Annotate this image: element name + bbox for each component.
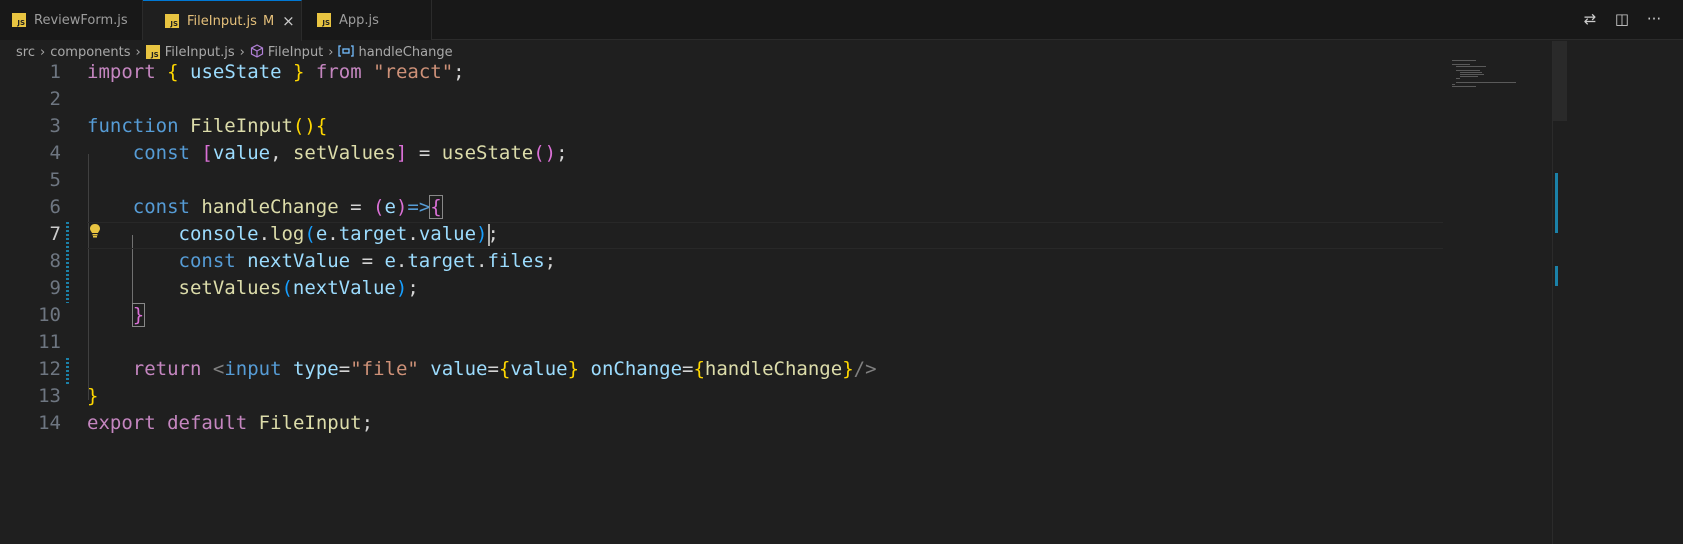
tab-label: App.js [339,12,379,28]
code-text: function FileInput(){ [87,115,328,137]
code-line: 10 } [0,302,1552,329]
minimap-line [1460,72,1482,73]
chevron-right-icon: › [135,44,141,60]
tab-reviewform[interactable]: JS ReviewForm.js [0,0,143,40]
line-number: 5 [49,169,61,191]
javascript-file-icon: JS [165,14,179,28]
code-line: 11 [0,329,1552,356]
function-cube-icon [250,43,264,61]
close-icon[interactable]: × [282,12,295,30]
minimap-line [1456,70,1480,71]
line-number: 11 [38,331,61,353]
line-number: 10 [38,304,61,326]
scrollbar-thumb[interactable] [1553,41,1567,121]
minimap-line [1456,82,1516,83]
variable-symbol-icon [338,44,355,60]
code-text: const nextValue = e.target.files; [178,250,557,272]
code-line: 12 return <input type="file" value={valu… [0,356,1552,383]
minimap-line [1452,60,1476,61]
line-number: 13 [38,385,61,407]
minimap-line [1456,78,1460,79]
code-line-current: 7 console.log(e.target.value); [0,221,1552,249]
tab-label: FileInput.js [187,13,257,29]
split-editor-icon[interactable]: ◫ [1613,10,1631,28]
breadcrumb-components[interactable]: components [50,45,130,60]
chevron-right-icon: › [239,44,245,60]
line-number: 8 [49,250,61,272]
breadcrumb-component[interactable]: FileInput [268,45,323,60]
code-text: } [131,303,146,327]
code-line: 2 [0,86,1552,113]
line-number: 12 [38,358,61,380]
chevron-right-icon: › [39,44,46,60]
javascript-file-icon: JS [317,13,331,27]
code-line: 14 export default FileInput; [0,410,1552,437]
code-text: const [value, setValues] = useState(); [132,142,568,164]
line-number: 3 [49,115,61,137]
code-line: 13 } [0,383,1552,410]
breadcrumb-file[interactable]: FileInput.js [165,45,235,60]
minimap-line [1452,86,1476,87]
minimap-line [1452,64,1470,65]
minimap-line [1460,74,1484,75]
code-line: 5 [0,167,1552,194]
lightbulb-icon[interactable] [88,223,102,239]
code-line: 3 function FileInput(){ [0,113,1552,140]
code-text: const handleChange = (e)=>{ [132,195,443,219]
chevron-right-icon: › [328,44,334,60]
line-number: 9 [49,277,61,299]
compare-changes-icon[interactable]: ⇄ [1581,10,1599,28]
code-text: console.log(e.target.value); [178,223,499,245]
code-line: 1 import { useState } from "react"; [0,59,1552,86]
line-number: 6 [49,196,61,218]
minimap[interactable] [1448,59,1528,99]
code-text: import { useState } from "react"; [87,61,465,83]
breadcrumb-symbol[interactable]: handleChange [358,45,452,60]
overview-ruler-marker [1555,266,1558,286]
javascript-file-icon: JS [12,13,26,27]
minimap-line [1460,76,1478,77]
code-text: } [87,385,99,407]
code-editor[interactable]: 1 import { useState } from "react"; 2 3 … [0,59,1552,544]
tab-app[interactable]: JS App.js [302,0,432,40]
code-text: setValues(nextValue); [178,277,419,299]
breadcrumb-src[interactable]: src [16,45,35,60]
javascript-file-icon: JS [145,45,160,59]
tab-fileinput[interactable]: JS FileInput.js M × [143,0,302,41]
code-text: return <input type="file" value={value} … [132,358,877,380]
code-line: 6 const handleChange = (e)=>{ [0,194,1552,221]
code-text: export default FileInput; [87,412,374,434]
editor-actions: ⇄ ◫ ··· [1581,10,1663,28]
more-actions-icon[interactable]: ··· [1645,10,1663,28]
modified-indicator: M [262,13,275,29]
tab-bar: JS ReviewForm.js JS FileInput.js M × JS … [0,0,1683,41]
line-number: 1 [49,61,61,83]
line-number: 14 [38,412,61,434]
code-line: 8 const nextValue = e.target.files; [0,248,1552,275]
text-cursor [488,224,490,246]
code-line: 4 const [value, setValues] = useState(); [0,140,1552,167]
code-line: 9 setValues(nextValue); [0,275,1552,302]
overview-ruler-marker [1555,173,1558,233]
minimap-line [1456,66,1486,67]
tab-label: ReviewForm.js [34,12,128,28]
line-number: 2 [49,88,61,110]
line-number: 4 [49,142,61,164]
minimap-line [1452,84,1455,85]
line-number: 7 [49,223,61,245]
